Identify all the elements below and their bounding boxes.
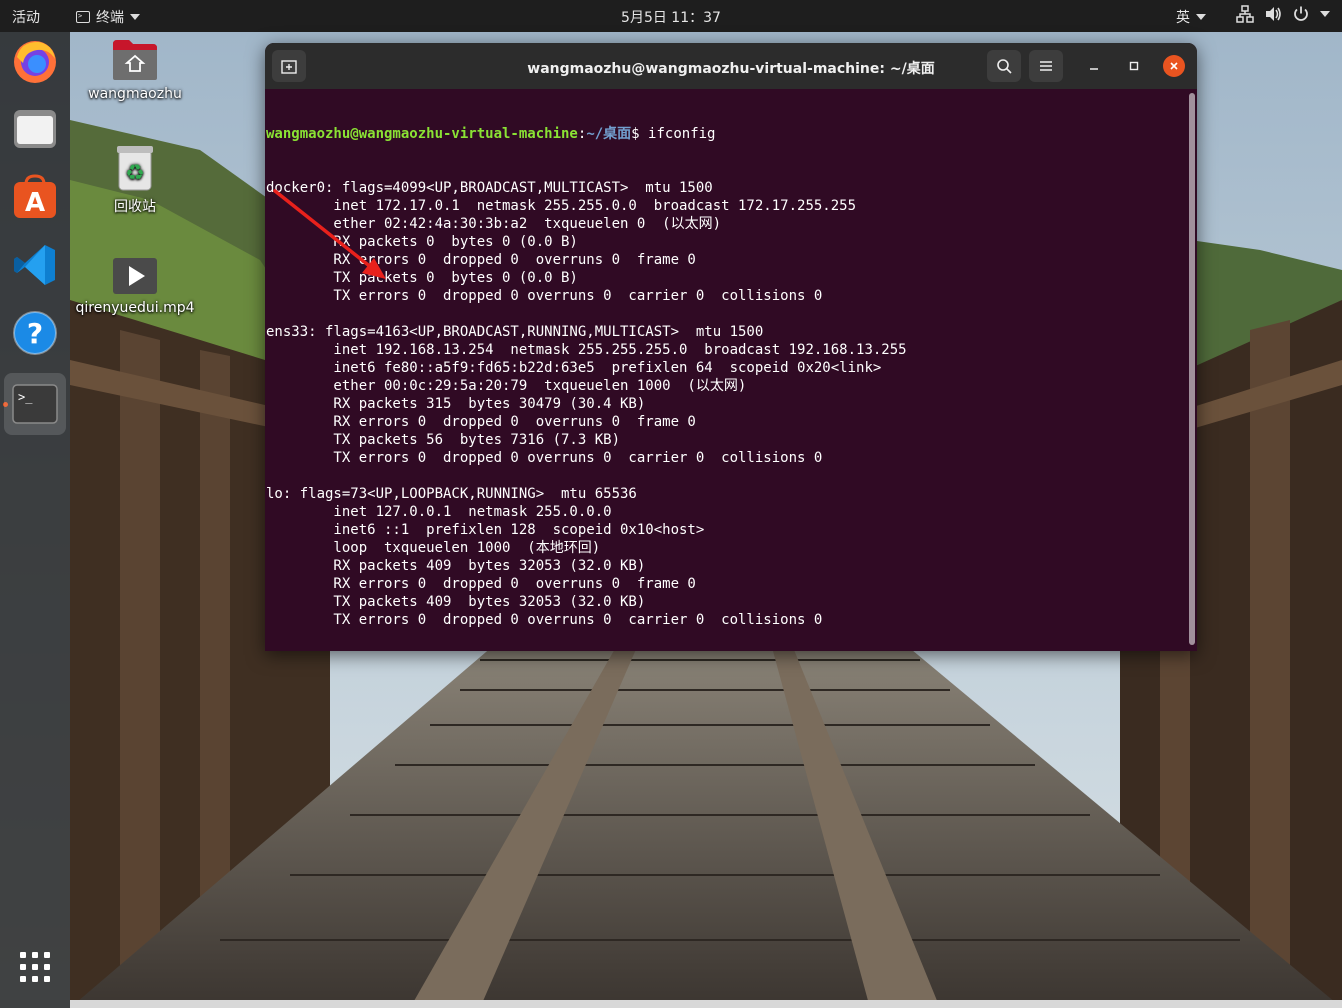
command-line: wangmaozhu@wangmaozhu-virtual-machine:~/… <box>265 125 1197 143</box>
close-button[interactable] <box>1163 55 1185 77</box>
files-icon <box>14 110 56 148</box>
output-line: RX errors 0 dropped 0 overruns 0 frame 0 <box>266 252 696 268</box>
input-method-label: 英 <box>1176 10 1190 26</box>
output-line: RX errors 0 dropped 0 overruns 0 frame 0 <box>266 414 696 430</box>
output-line: ether 02:42:4a:30:3b:a2 txqueuelen 0 (以太… <box>266 216 722 232</box>
clock[interactable]: 5月5日 11：37 <box>621 10 721 26</box>
show-applications-button[interactable] <box>8 940 62 994</box>
app-menu-button[interactable]: > 终端 <box>76 7 140 27</box>
dock-terminal[interactable]: >_ <box>4 373 66 435</box>
command-text: ifconfig <box>648 126 716 142</box>
output-line: inet 192.168.13.254 netmask 255.255.255.… <box>266 342 907 358</box>
terminal-icon: >_ <box>12 384 58 424</box>
prompt-dollar: $ <box>631 126 640 142</box>
ifconfig-output: docker0: flags=4099<UP,BROADCAST,MULTICA… <box>265 179 1197 647</box>
search-button[interactable] <box>987 50 1021 82</box>
maximize-button[interactable] <box>1123 55 1145 77</box>
dock: A ? >_ <box>0 32 70 1008</box>
output-line: RX errors 0 dropped 0 overruns 0 frame 0 <box>266 576 696 592</box>
terminal-window[interactable]: wangmaozhu@wangmaozhu-virtual-machine: ~… <box>265 43 1197 651</box>
terminal-mini-icon: > <box>76 11 90 23</box>
top-bar: 活动 > 终端 5月5日 11：37 英 <box>0 0 1342 32</box>
desktop-icon-home[interactable]: wangmaozhu <box>75 38 195 102</box>
output-line: TX packets 0 bytes 0 (0.0 B) <box>266 270 578 286</box>
svg-text:>_: >_ <box>18 390 33 404</box>
dock-firefox[interactable] <box>8 34 62 88</box>
dock-vscode[interactable] <box>8 238 62 292</box>
output-line: ether 00:0c:29:5a:20:79 txqueuelen 1000 … <box>266 378 747 394</box>
svg-text:♻: ♻ <box>125 161 145 186</box>
hamburger-icon <box>1040 61 1052 71</box>
terminal-titlebar[interactable]: wangmaozhu@wangmaozhu-virtual-machine: ~… <box>265 43 1197 89</box>
output-line: loop txqueuelen 1000 (本地环回) <box>266 540 601 556</box>
prompt-user: wangmaozhu@wangmaozhu-virtual-machine <box>266 126 578 142</box>
vscode-icon <box>14 245 55 285</box>
grid-icon <box>20 952 50 982</box>
desktop-icon-video[interactable]: qirenyuedui.mp4 <box>75 256 195 316</box>
output-line: inet 127.0.0.1 netmask 255.0.0.0 <box>266 504 612 520</box>
output-line: TX errors 0 dropped 0 overruns 0 carrier… <box>266 450 823 466</box>
app-menu-label: 终端 <box>96 10 124 26</box>
chevron-down-icon <box>130 14 140 20</box>
svg-text:A: A <box>25 188 45 218</box>
output-line: TX packets 409 bytes 32053 (32.0 KB) <box>266 594 646 610</box>
video-file-icon <box>111 256 159 296</box>
power-icon <box>1294 6 1308 21</box>
desktop-icon-label: wangmaozhu <box>88 86 182 102</box>
output-line: inet6 ::1 prefixlen 128 scopeid 0x10<hos… <box>266 522 705 538</box>
search-icon <box>997 59 1012 74</box>
output-line: docker0: flags=4099<UP,BROADCAST,MULTICA… <box>266 180 713 196</box>
desktop-icon-trash[interactable]: ♻ 回收站 <box>75 144 195 216</box>
terminal-scrollbar[interactable] <box>1189 93 1195 645</box>
maximize-icon <box>1129 61 1139 71</box>
input-method-menu[interactable]: 英 <box>1176 7 1206 27</box>
output-line: inet6 fe80::a5f9:fd65:b22d:63e5 prefixle… <box>266 360 882 376</box>
chevron-down-icon <box>1320 11 1330 17</box>
output-line: RX packets 0 bytes 0 (0.0 B) <box>266 234 578 250</box>
minimize-icon <box>1090 68 1098 70</box>
activities-button[interactable]: 活动 <box>12 7 40 27</box>
dock-software[interactable]: A <box>8 170 62 224</box>
output-line: inet 172.17.0.1 netmask 255.255.0.0 broa… <box>266 198 857 214</box>
minimize-button[interactable] <box>1083 55 1105 77</box>
terminal-output[interactable]: wangmaozhu@wangmaozhu-virtual-machine:~/… <box>265 89 1197 651</box>
output-line: RX packets 315 bytes 30479 (30.4 KB) <box>266 396 646 412</box>
prompt-path: ~/桌面 <box>586 126 632 142</box>
output-line: RX packets 409 bytes 32053 (32.0 KB) <box>266 558 646 574</box>
output-line: lo: flags=73<UP,LOOPBACK,RUNNING> mtu 65… <box>266 486 637 502</box>
volume-icon <box>1266 7 1281 21</box>
trash-icon: ♻ <box>115 144 155 192</box>
chevron-down-icon <box>1196 14 1206 20</box>
output-line: TX errors 0 dropped 0 overruns 0 carrier… <box>266 612 823 628</box>
output-line: TX errors 0 dropped 0 overruns 0 carrier… <box>266 288 823 304</box>
close-icon <box>1170 62 1178 70</box>
software-icon: A <box>14 174 56 218</box>
dock-files[interactable] <box>8 102 62 156</box>
desktop-icon-label: 回收站 <box>114 199 156 215</box>
firefox-icon <box>14 41 56 83</box>
dock-help[interactable]: ? <box>8 306 62 360</box>
home-folder-icon <box>111 38 159 82</box>
output-line: TX packets 56 bytes 7316 (7.3 KB) <box>266 432 621 448</box>
output-line: ens33: flags=4163<UP,BROADCAST,RUNNING,M… <box>266 324 764 340</box>
help-icon: ? <box>13 311 57 355</box>
system-menu[interactable] <box>1236 5 1330 23</box>
menu-button[interactable] <box>1029 50 1063 82</box>
desktop-icon-label: qirenyuedui.mp4 <box>75 300 195 316</box>
new-tab-icon <box>281 60 297 74</box>
new-tab-button[interactable] <box>272 50 306 82</box>
svg-text:?: ? <box>27 317 43 350</box>
network-icon <box>1236 5 1254 23</box>
